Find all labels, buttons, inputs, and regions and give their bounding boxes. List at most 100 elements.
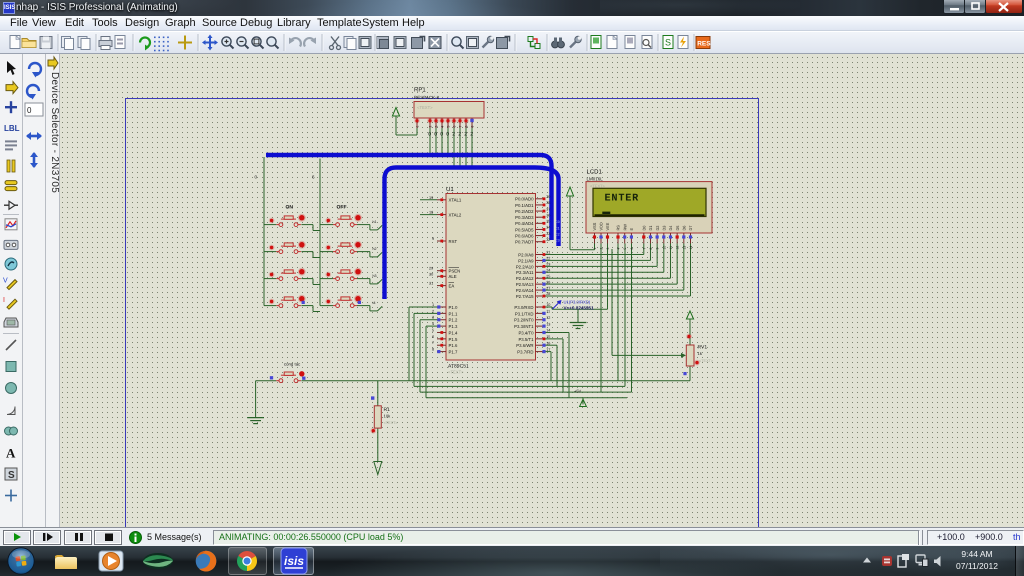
svg-text:2: 2: [428, 126, 432, 128]
svg-text:PSEN: PSEN: [449, 269, 461, 274]
svg-text:isis: isis: [284, 554, 304, 568]
svg-text:C3: C3: [555, 239, 559, 243]
svg-text:P1.0: P1.0: [449, 305, 458, 310]
svg-text:P2.3/A11: P2.3/A11: [516, 270, 534, 275]
svg-text:D6: D6: [682, 226, 687, 231]
svg-text:3: 3: [434, 126, 438, 128]
svg-text:VDD: VDD: [599, 222, 604, 230]
svg-text:<TEXT>: <TEXT>: [699, 359, 714, 363]
svg-text:3: 3: [432, 316, 434, 320]
svg-text:25: 25: [546, 274, 550, 278]
svg-text:7: 7: [642, 248, 646, 250]
svg-text:2: 2: [470, 132, 473, 138]
svg-text:VSS: VSS: [592, 222, 597, 230]
svg-text:RST: RST: [449, 239, 458, 244]
svg-text:29: 29: [429, 267, 433, 271]
svg-text:<TEXT>: <TEXT>: [448, 370, 464, 375]
svg-text:RES: RES: [697, 41, 711, 48]
svg-text:17: 17: [546, 348, 550, 352]
svg-text:9: 9: [432, 237, 434, 241]
svg-text:35: 35: [546, 220, 550, 224]
svg-text:0: 0: [440, 132, 443, 138]
svg-text:P1.6: P1.6: [449, 343, 458, 348]
svg-text:2: 2: [452, 132, 455, 138]
svg-text:12: 12: [676, 246, 680, 250]
svg-text:14: 14: [689, 246, 693, 250]
svg-text:30: 30: [429, 272, 433, 276]
svg-text:EA: EA: [449, 284, 455, 289]
svg-text:8: 8: [649, 248, 653, 250]
svg-text:1: 1: [432, 303, 434, 307]
svg-text:P0.4/AD4: P0.4/AD4: [515, 221, 534, 226]
svg-text:6: 6: [452, 126, 456, 128]
svg-text:RESPACK-8: RESPACK-8: [414, 95, 440, 100]
svg-text:RV1: RV1: [698, 345, 708, 351]
svg-text:15: 15: [546, 335, 550, 339]
svg-text:9: 9: [656, 248, 660, 250]
svg-text:D3: D3: [662, 226, 667, 231]
svg-text:7: 7: [458, 126, 462, 128]
svg-text:3: 3: [606, 248, 610, 250]
svg-text:D4: D4: [668, 225, 673, 231]
svg-text:C1: C1: [555, 226, 559, 230]
svg-text:31: 31: [429, 282, 433, 286]
svg-text:P3.3/INT1: P3.3/INT1: [514, 324, 534, 329]
svg-text:ENTER: ENTER: [605, 193, 640, 204]
svg-text:S: S: [8, 470, 15, 481]
svg-text:21: 21: [546, 251, 550, 255]
svg-text:D1: D1: [648, 226, 653, 231]
svg-text:t4: t4: [373, 301, 376, 305]
svg-text:P0.0/AD0: P0.0/AD0: [515, 197, 534, 202]
svg-text:5: 5: [432, 328, 434, 332]
svg-text:OFF: OFF: [337, 205, 347, 211]
svg-text:P3.6/WR: P3.6/WR: [516, 343, 533, 348]
svg-text:13: 13: [546, 322, 550, 326]
svg-text:7: 7: [432, 341, 434, 345]
svg-text:6: 6: [630, 248, 634, 250]
svg-text:LCD1: LCD1: [587, 169, 603, 176]
svg-text:RW: RW: [622, 224, 627, 231]
svg-text:P0.6/AD6: P0.6/AD6: [515, 233, 534, 238]
svg-text:ALE: ALE: [449, 274, 457, 279]
svg-text:0: 0: [434, 132, 437, 138]
svg-text:5: 5: [623, 248, 627, 250]
svg-text:P2.7/A15: P2.7/A15: [516, 294, 534, 299]
svg-text:6: 6: [432, 335, 434, 339]
svg-text:C0: C0: [555, 220, 559, 224]
svg-text:2: 2: [600, 248, 604, 250]
svg-text:1: 1: [593, 248, 597, 250]
svg-text:33: 33: [546, 232, 550, 236]
svg-text:P2.5/A13: P2.5/A13: [516, 282, 534, 287]
svg-text:36: 36: [546, 213, 550, 217]
svg-text:2: 2: [432, 309, 434, 313]
svg-text:<TEXT>: <TEXT>: [417, 105, 433, 110]
svg-text:P0.2/AD2: P0.2/AD2: [515, 209, 534, 214]
svg-text:0: 0: [27, 106, 32, 115]
svg-text:2: 2: [464, 132, 467, 138]
svg-text:I: I: [3, 297, 5, 304]
svg-text:12: 12: [546, 316, 550, 320]
svg-text:4: 4: [432, 322, 434, 326]
svg-text:11: 11: [546, 310, 550, 314]
svg-text:XTAL2: XTAL2: [449, 213, 462, 218]
svg-text:14: 14: [546, 329, 550, 333]
svg-text:9: 9: [470, 126, 474, 128]
svg-text:38: 38: [546, 201, 550, 205]
svg-text:P2.4/A12: P2.4/A12: [516, 276, 534, 281]
svg-text:E: E: [629, 228, 634, 231]
svg-text:U1(P3.0/RXD): U1(P3.0/RXD): [564, 299, 591, 304]
svg-text:A: A: [6, 446, 16, 461]
svg-text:28: 28: [546, 292, 550, 296]
svg-text:P1.2: P1.2: [449, 318, 458, 323]
svg-text:R1: R1: [384, 407, 391, 413]
svg-text:11: 11: [669, 246, 673, 250]
svg-text:32: 32: [546, 238, 550, 242]
svg-text:P2.0/A8: P2.0/A8: [518, 252, 534, 257]
svg-text:S: S: [665, 38, 671, 48]
svg-text:P2.6/A14: P2.6/A14: [516, 288, 534, 293]
svg-text:h3: h3: [373, 274, 377, 278]
svg-text:0: 0: [446, 132, 449, 138]
svg-text:16: 16: [546, 341, 550, 345]
svg-text:P0.3/AD3: P0.3/AD3: [515, 215, 534, 220]
svg-text:P1.1: P1.1: [449, 311, 458, 316]
